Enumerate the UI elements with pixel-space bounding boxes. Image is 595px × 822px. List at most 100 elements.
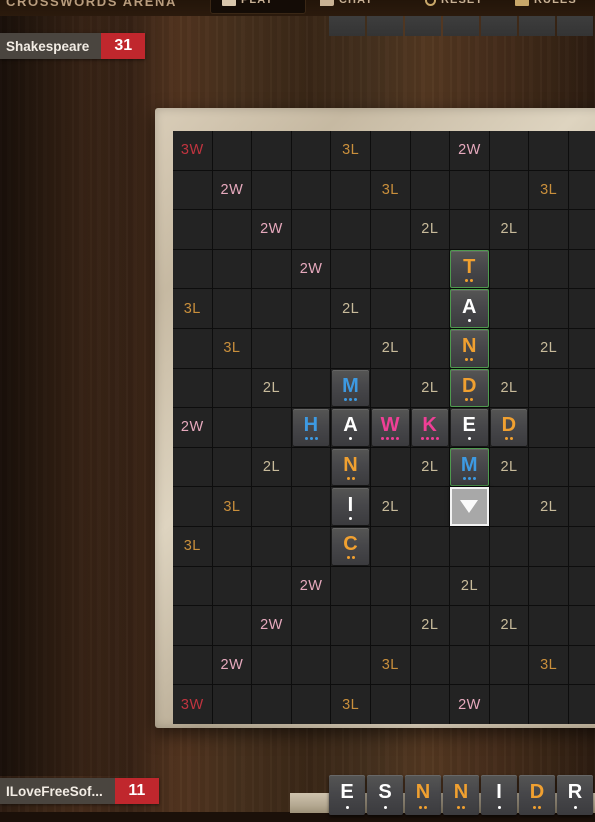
board-cell-bonus-2l[interactable]: 2L (489, 210, 529, 249)
board-tile[interactable]: D (489, 408, 529, 447)
board-cell-empty[interactable] (291, 368, 331, 408)
board-cell-empty[interactable] (568, 249, 595, 289)
board-cell-empty[interactable] (529, 210, 568, 249)
board-cell-bonus-3l[interactable]: 3L (370, 645, 410, 685)
placed-tile[interactable]: I (332, 488, 369, 525)
board-cell-empty[interactable] (568, 645, 595, 685)
board-cell-empty[interactable] (212, 566, 252, 606)
board-cell-empty[interactable] (410, 289, 450, 328)
board-cell-empty[interactable] (252, 487, 291, 526)
board-cell-empty[interactable] (489, 328, 529, 368)
board-cell-empty[interactable] (331, 249, 370, 289)
board-tile[interactable]: K (410, 408, 450, 447)
board-cell-bonus-2w[interactable]: 2W (252, 210, 291, 249)
board-cell-empty[interactable] (410, 526, 450, 566)
board-cell-empty[interactable] (252, 249, 291, 289)
board-tile[interactable]: I (331, 487, 370, 526)
board-tile[interactable]: M (331, 368, 370, 408)
board-cell-bonus-3l[interactable]: 3L (331, 685, 370, 724)
board-cell-empty[interactable] (370, 249, 410, 289)
rack-tile[interactable]: N (405, 775, 441, 815)
board-cell-empty[interactable] (331, 645, 370, 685)
board-cell-empty[interactable] (568, 289, 595, 328)
placed-tile[interactable]: M (332, 369, 369, 407)
board-cell-empty[interactable] (529, 131, 568, 170)
placed-tile-new[interactable]: A (450, 289, 489, 328)
board-cell-empty[interactable] (252, 685, 291, 724)
board-cell-empty[interactable] (291, 447, 331, 487)
board-cell-empty[interactable] (291, 210, 331, 249)
board-tile[interactable]: N (331, 447, 370, 487)
board-cell-bonus-3l[interactable]: 3L (529, 170, 568, 210)
board-cell-empty[interactable] (173, 249, 212, 289)
board-cell-bonus-2l[interactable]: 2L (370, 328, 410, 368)
board-cell-empty[interactable] (173, 210, 212, 249)
board-cell-empty[interactable] (489, 131, 529, 170)
placed-tile[interactable]: A (332, 409, 369, 446)
board-cell-empty[interactable] (568, 131, 595, 170)
board-cell-bonus-2l[interactable]: 2L (489, 447, 529, 487)
placed-tile[interactable]: N (332, 448, 369, 486)
game-board[interactable]: 3W3L2W3L2W3L3L2W2L2L2WT3L2LA2L3L2LN2L2LM… (173, 131, 595, 724)
board-cell-empty[interactable] (529, 526, 568, 566)
board-cell-empty[interactable] (370, 447, 410, 487)
board-cell-bonus-3l[interactable]: 3L (173, 289, 212, 328)
board-cell-empty[interactable] (410, 685, 450, 724)
board-cursor-cell[interactable] (450, 487, 489, 526)
board-cell-bonus-3w[interactable]: 3W (173, 131, 212, 170)
placed-tile[interactable]: W (371, 409, 409, 446)
board-cell-empty[interactable] (489, 645, 529, 685)
board-cell-empty[interactable] (529, 447, 568, 487)
board-cell-empty[interactable] (489, 566, 529, 606)
board-cell-empty[interactable] (173, 566, 212, 606)
board-cell-empty[interactable] (410, 487, 450, 526)
tab-rules[interactable]: RULES (515, 0, 577, 6)
board-tile[interactable]: A (450, 289, 489, 328)
board-cell-empty[interactable] (212, 249, 252, 289)
board-tile[interactable]: N (450, 328, 489, 368)
board-cell-empty[interactable] (212, 606, 252, 645)
board-tile[interactable]: H (291, 408, 331, 447)
board-cell-empty[interactable] (252, 170, 291, 210)
board-cell-empty[interactable] (370, 685, 410, 724)
placed-tile-new[interactable]: M (450, 447, 489, 487)
board-cell-empty[interactable] (450, 606, 489, 645)
board-cell-empty[interactable] (212, 408, 252, 447)
board-cell-empty[interactable] (370, 210, 410, 249)
board-cell-empty[interactable] (291, 526, 331, 566)
board-cell-bonus-2w[interactable]: 2W (252, 606, 291, 645)
rack-tile[interactable]: I (481, 775, 517, 815)
board-cell-bonus-2l[interactable]: 2L (252, 368, 291, 408)
board-cell-bonus-2w[interactable]: 2W (212, 170, 252, 210)
rack-tile[interactable]: D (519, 775, 555, 815)
direction-cursor[interactable] (450, 487, 489, 526)
board-cell-bonus-2l[interactable]: 2L (450, 566, 489, 606)
board-cell-empty[interactable] (529, 289, 568, 328)
board-cell-empty[interactable] (291, 170, 331, 210)
board-cell-empty[interactable] (529, 566, 568, 606)
board-cell-bonus-3l[interactable]: 3L (212, 328, 252, 368)
placed-tile-new[interactable]: T (450, 249, 489, 289)
board-cell-bonus-2l[interactable]: 2L (410, 210, 450, 249)
board-cell-empty[interactable] (291, 328, 331, 368)
board-cell-empty[interactable] (212, 447, 252, 487)
tab-reset[interactable]: RESET (425, 0, 483, 6)
board-cell-empty[interactable] (173, 447, 212, 487)
board-cell-empty[interactable] (450, 170, 489, 210)
board-cell-empty[interactable] (568, 685, 595, 724)
board-cell-empty[interactable] (173, 368, 212, 408)
board-cell-empty[interactable] (212, 526, 252, 566)
board-cell-bonus-2l[interactable]: 2L (529, 487, 568, 526)
board-cell-empty[interactable] (291, 645, 331, 685)
board-cell-bonus-2w[interactable]: 2W (291, 566, 331, 606)
board-cell-empty[interactable] (291, 685, 331, 724)
board-cell-bonus-2l[interactable]: 2L (529, 328, 568, 368)
board-cell-bonus-2l[interactable]: 2L (489, 368, 529, 408)
board-cell-bonus-2l[interactable]: 2L (410, 606, 450, 645)
board-cell-empty[interactable] (252, 526, 291, 566)
board-cell-empty[interactable] (331, 566, 370, 606)
board-cell-empty[interactable] (410, 131, 450, 170)
board-cell-empty[interactable] (212, 131, 252, 170)
board-cell-empty[interactable] (252, 408, 291, 447)
board-cell-empty[interactable] (489, 289, 529, 328)
